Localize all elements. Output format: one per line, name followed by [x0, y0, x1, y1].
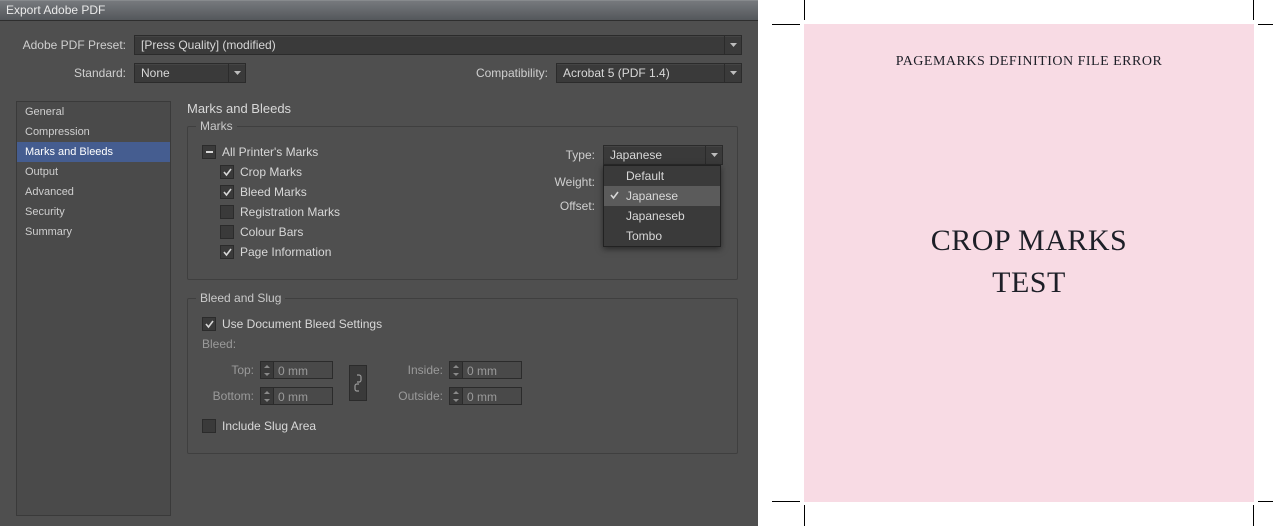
sidebar-item-output[interactable]: Output [17, 162, 170, 182]
bleed-marks-label: Bleed Marks [240, 185, 307, 199]
type-dropdown-menu: Default Japanese Japaneseb Tombo [603, 165, 721, 247]
up-arrow-icon[interactable] [450, 362, 462, 370]
preset-value: [Press Quality] (modified) [141, 38, 276, 52]
bleed-outside-value: 0 mm [463, 387, 522, 405]
category-list: General Compression Marks and Bleeds Out… [16, 101, 171, 516]
compatibility-dropdown[interactable]: Acrobat 5 (PDF 1.4) [556, 63, 742, 83]
sidebar-item-general[interactable]: General [17, 102, 170, 122]
chevron-down-icon [705, 146, 722, 164]
bleed-slug-group: Bleed and Slug Use Document Bleed Settin… [187, 298, 738, 454]
document-preview: PAGEMARKS DEFINITION FILE ERROR CROP MAR… [758, 0, 1273, 526]
crop-mark-icon [1253, 0, 1254, 20]
bleed-bottom-label: Bottom: [202, 389, 260, 403]
page-content-line1: CROP MARKS [804, 224, 1254, 258]
type-value: Japanese [610, 148, 662, 162]
dialog-title: Export Adobe PDF [0, 0, 758, 21]
use-document-bleed-label: Use Document Bleed Settings [222, 317, 382, 331]
sidebar-item-summary[interactable]: Summary [17, 222, 170, 242]
up-arrow-icon[interactable] [450, 388, 462, 396]
bleed-bottom-value: 0 mm [274, 387, 333, 405]
type-option-default[interactable]: Default [604, 166, 720, 186]
down-arrow-icon[interactable] [450, 396, 462, 404]
use-document-bleed-checkbox[interactable] [202, 317, 216, 331]
chevron-down-icon [724, 64, 741, 82]
compatibility-value: Acrobat 5 (PDF 1.4) [563, 66, 670, 80]
crop-mark-icon [1258, 24, 1273, 25]
colour-bars-label: Colour Bars [240, 225, 303, 239]
chevron-down-icon [228, 64, 245, 82]
crop-mark-icon [804, 0, 805, 20]
bleed-top-stepper[interactable]: 0 mm [260, 361, 333, 379]
preset-dropdown[interactable]: [Press Quality] (modified) [134, 35, 742, 55]
colour-bars-checkbox[interactable] [220, 225, 234, 239]
page-content-line2: TEST [804, 266, 1254, 300]
weight-label: Weight: [539, 175, 603, 189]
page-information-label: Page Information [240, 245, 331, 259]
include-slug-checkbox[interactable] [202, 419, 216, 433]
bleed-marks-checkbox[interactable] [220, 185, 234, 199]
bleed-subtitle: Bleed: [202, 337, 723, 351]
sidebar-item-compression[interactable]: Compression [17, 122, 170, 142]
registration-marks-label: Registration Marks [240, 205, 340, 219]
sidebar-item-security[interactable]: Security [17, 202, 170, 222]
sidebar-item-advanced[interactable]: Advanced [17, 182, 170, 202]
marks-legend: Marks [196, 119, 237, 133]
export-pdf-dialog: Export Adobe PDF Adobe PDF Preset: [Pres… [0, 0, 758, 526]
bleed-slug-legend: Bleed and Slug [196, 291, 285, 305]
down-arrow-icon[interactable] [261, 396, 273, 404]
sidebar-item-marks-and-bleeds[interactable]: Marks and Bleeds [17, 142, 170, 162]
chevron-down-icon [724, 36, 741, 54]
up-arrow-icon[interactable] [261, 362, 273, 370]
bleed-bottom-stepper[interactable]: 0 mm [260, 387, 333, 405]
crop-mark-icon [1258, 501, 1273, 502]
all-printer-marks-checkbox[interactable] [202, 145, 216, 159]
marks-group: Marks All Printer's Marks Crop Marks [187, 126, 738, 280]
crop-mark-icon [804, 505, 805, 526]
all-printer-marks-label: All Printer's Marks [222, 145, 318, 159]
panel-title: Marks and Bleeds [187, 101, 738, 116]
type-option-tombo[interactable]: Tombo [604, 226, 720, 246]
crop-mark-icon [772, 24, 800, 25]
bleed-top-label: Top: [202, 363, 260, 377]
link-icon[interactable] [349, 365, 367, 401]
bleed-inside-value: 0 mm [463, 361, 522, 379]
check-icon [610, 189, 619, 203]
bleed-inside-label: Inside: [383, 363, 449, 377]
compatibility-label: Compatibility: [476, 66, 556, 80]
standard-label: Standard: [16, 66, 134, 80]
type-dropdown[interactable]: Japanese [603, 145, 723, 165]
crop-marks-checkbox[interactable] [220, 165, 234, 179]
preset-label: Adobe PDF Preset: [16, 38, 134, 52]
panel-content: Marks and Bleeds Marks All Printer's Mar… [171, 101, 742, 516]
bleed-outside-label: Outside: [383, 389, 449, 403]
type-label: Type: [539, 148, 603, 162]
crop-mark-icon [1253, 505, 1254, 526]
page-information-text: PAGEMARKS DEFINITION FILE ERROR [804, 54, 1254, 70]
registration-marks-checkbox[interactable] [220, 205, 234, 219]
crop-mark-icon [772, 501, 800, 502]
type-option-japaneseb[interactable]: Japaneseb [604, 206, 720, 226]
page-area: PAGEMARKS DEFINITION FILE ERROR CROP MAR… [804, 24, 1254, 502]
standard-dropdown[interactable]: None [134, 63, 246, 83]
bleed-top-value: 0 mm [274, 361, 333, 379]
offset-label: Offset: [539, 199, 603, 213]
bleed-inside-stepper[interactable]: 0 mm [449, 361, 522, 379]
type-option-japanese[interactable]: Japanese [604, 186, 720, 206]
page-information-checkbox[interactable] [220, 245, 234, 259]
standard-value: None [141, 66, 170, 80]
include-slug-label: Include Slug Area [222, 419, 316, 433]
page-content-title: CROP MARKS TEST [804, 224, 1254, 300]
bleed-outside-stepper[interactable]: 0 mm [449, 387, 522, 405]
up-arrow-icon[interactable] [261, 388, 273, 396]
crop-marks-label: Crop Marks [240, 165, 302, 179]
down-arrow-icon[interactable] [261, 370, 273, 378]
down-arrow-icon[interactable] [450, 370, 462, 378]
